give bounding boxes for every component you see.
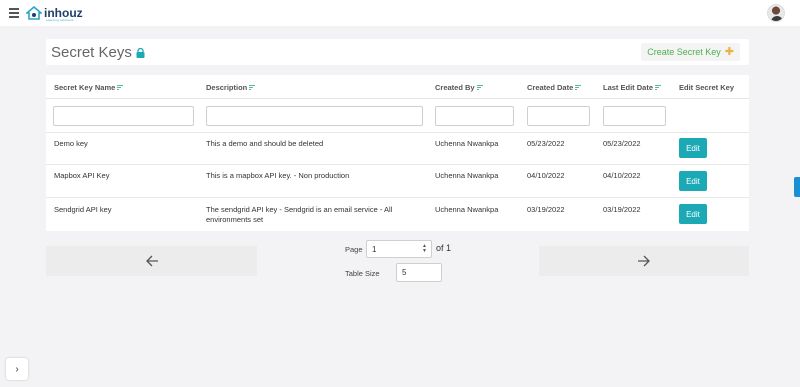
arrow-left-icon xyxy=(145,255,158,267)
page-title: Secret Keys xyxy=(51,44,145,61)
next-page-button[interactable] xyxy=(539,246,749,276)
cell-description: The sendgrid API key - Sendgrid is an em… xyxy=(206,205,393,224)
logo-subtext: sourcing solutions xyxy=(46,18,74,22)
page-number-value: 1 xyxy=(372,244,377,254)
expand-sidebar-button[interactable]: › xyxy=(6,358,28,380)
column-label: Edit Secret Key xyxy=(679,83,735,92)
column-label: Last Edit Date xyxy=(603,83,654,92)
cell-last-edit-date: 03/19/2022 xyxy=(603,205,641,214)
cell-last-edit-date: 04/10/2022 xyxy=(603,171,641,180)
sort-icon[interactable] xyxy=(117,85,124,90)
edit-button[interactable]: Edit xyxy=(679,138,707,158)
chevron-right-icon: › xyxy=(15,363,19,375)
cell-created-by: Uchenna Nwankpa xyxy=(435,139,499,148)
column-header-name[interactable]: Secret Key Name xyxy=(54,83,124,92)
column-label: Secret Key Name xyxy=(54,83,116,92)
cell-name: Mapbox API Key xyxy=(54,171,110,180)
secret-keys-table: Secret Key Name Description Created By C… xyxy=(46,75,749,231)
arrow-right-icon xyxy=(638,255,650,267)
page-label: Page xyxy=(345,245,363,254)
sort-icon[interactable] xyxy=(575,85,582,90)
column-header-created-by[interactable]: Created By xyxy=(435,83,483,92)
cell-created-by: Uchenna Nwankpa xyxy=(435,171,499,180)
table-size-input[interactable]: 5 xyxy=(396,263,442,282)
logo[interactable]: inhouz sourcing solutions xyxy=(26,4,83,22)
cell-created-date: 05/23/2022 xyxy=(527,139,565,148)
column-header-last-edit-date[interactable]: Last Edit Date xyxy=(603,83,662,92)
avatar[interactable] xyxy=(767,4,785,22)
top-bar: inhouz sourcing solutions xyxy=(0,0,800,26)
edit-button[interactable]: Edit xyxy=(679,171,707,191)
cell-description: This is a mapbox API key. - Non producti… xyxy=(206,171,350,180)
column-label: Created By xyxy=(435,83,475,92)
sort-icon[interactable] xyxy=(476,85,483,90)
cell-name: Sendgrid API key xyxy=(54,205,112,214)
cell-description: This a demo and should be deleted xyxy=(206,139,324,148)
create-secret-key-label: Create Secret Key xyxy=(647,47,721,57)
cell-name: Demo key xyxy=(54,139,88,148)
edit-button[interactable]: Edit xyxy=(679,204,707,224)
page-header: Secret Keys Create Secret Key ✚ xyxy=(46,39,749,65)
filter-name-input[interactable] xyxy=(53,106,194,126)
divider xyxy=(46,98,749,99)
filter-last-edit-date-input[interactable] xyxy=(603,106,666,126)
previous-page-button[interactable] xyxy=(46,246,257,276)
column-header-description[interactable]: Description xyxy=(206,83,256,92)
sort-icon[interactable] xyxy=(249,85,256,90)
page-number-input[interactable]: 1 ▲ ▼ xyxy=(366,240,432,258)
column-label: Description xyxy=(206,83,248,92)
divider xyxy=(46,164,749,165)
sort-icon[interactable] xyxy=(655,85,662,90)
cell-created-by: Uchenna Nwankpa xyxy=(435,205,499,214)
cell-created-date: 03/19/2022 xyxy=(527,205,565,214)
column-header-edit: Edit Secret Key xyxy=(679,83,734,92)
create-secret-key-button[interactable]: Create Secret Key ✚ xyxy=(641,43,740,61)
cell-last-edit-date: 05/23/2022 xyxy=(603,139,641,148)
plus-icon: ✚ xyxy=(724,45,734,58)
column-header-created-date[interactable]: Created Date xyxy=(527,83,582,92)
filter-created-date-input[interactable] xyxy=(527,106,590,126)
side-panel-tab[interactable] xyxy=(794,177,800,197)
filter-description-input[interactable] xyxy=(206,106,423,126)
stepper-icon[interactable]: ▲ ▼ xyxy=(422,244,427,254)
column-label: Created Date xyxy=(527,83,574,92)
logo-icon xyxy=(26,6,42,20)
cell-created-date: 04/10/2022 xyxy=(527,171,565,180)
menu-icon[interactable] xyxy=(9,8,19,18)
page-count: of 1 xyxy=(436,243,452,253)
divider xyxy=(46,197,749,198)
table-size-value: 5 xyxy=(402,268,407,277)
divider xyxy=(46,132,749,133)
table-size-label: Table Size xyxy=(345,269,380,278)
page-title-text: Secret Keys xyxy=(51,44,132,61)
filter-created-by-input[interactable] xyxy=(435,106,514,126)
lock-icon xyxy=(136,47,145,58)
